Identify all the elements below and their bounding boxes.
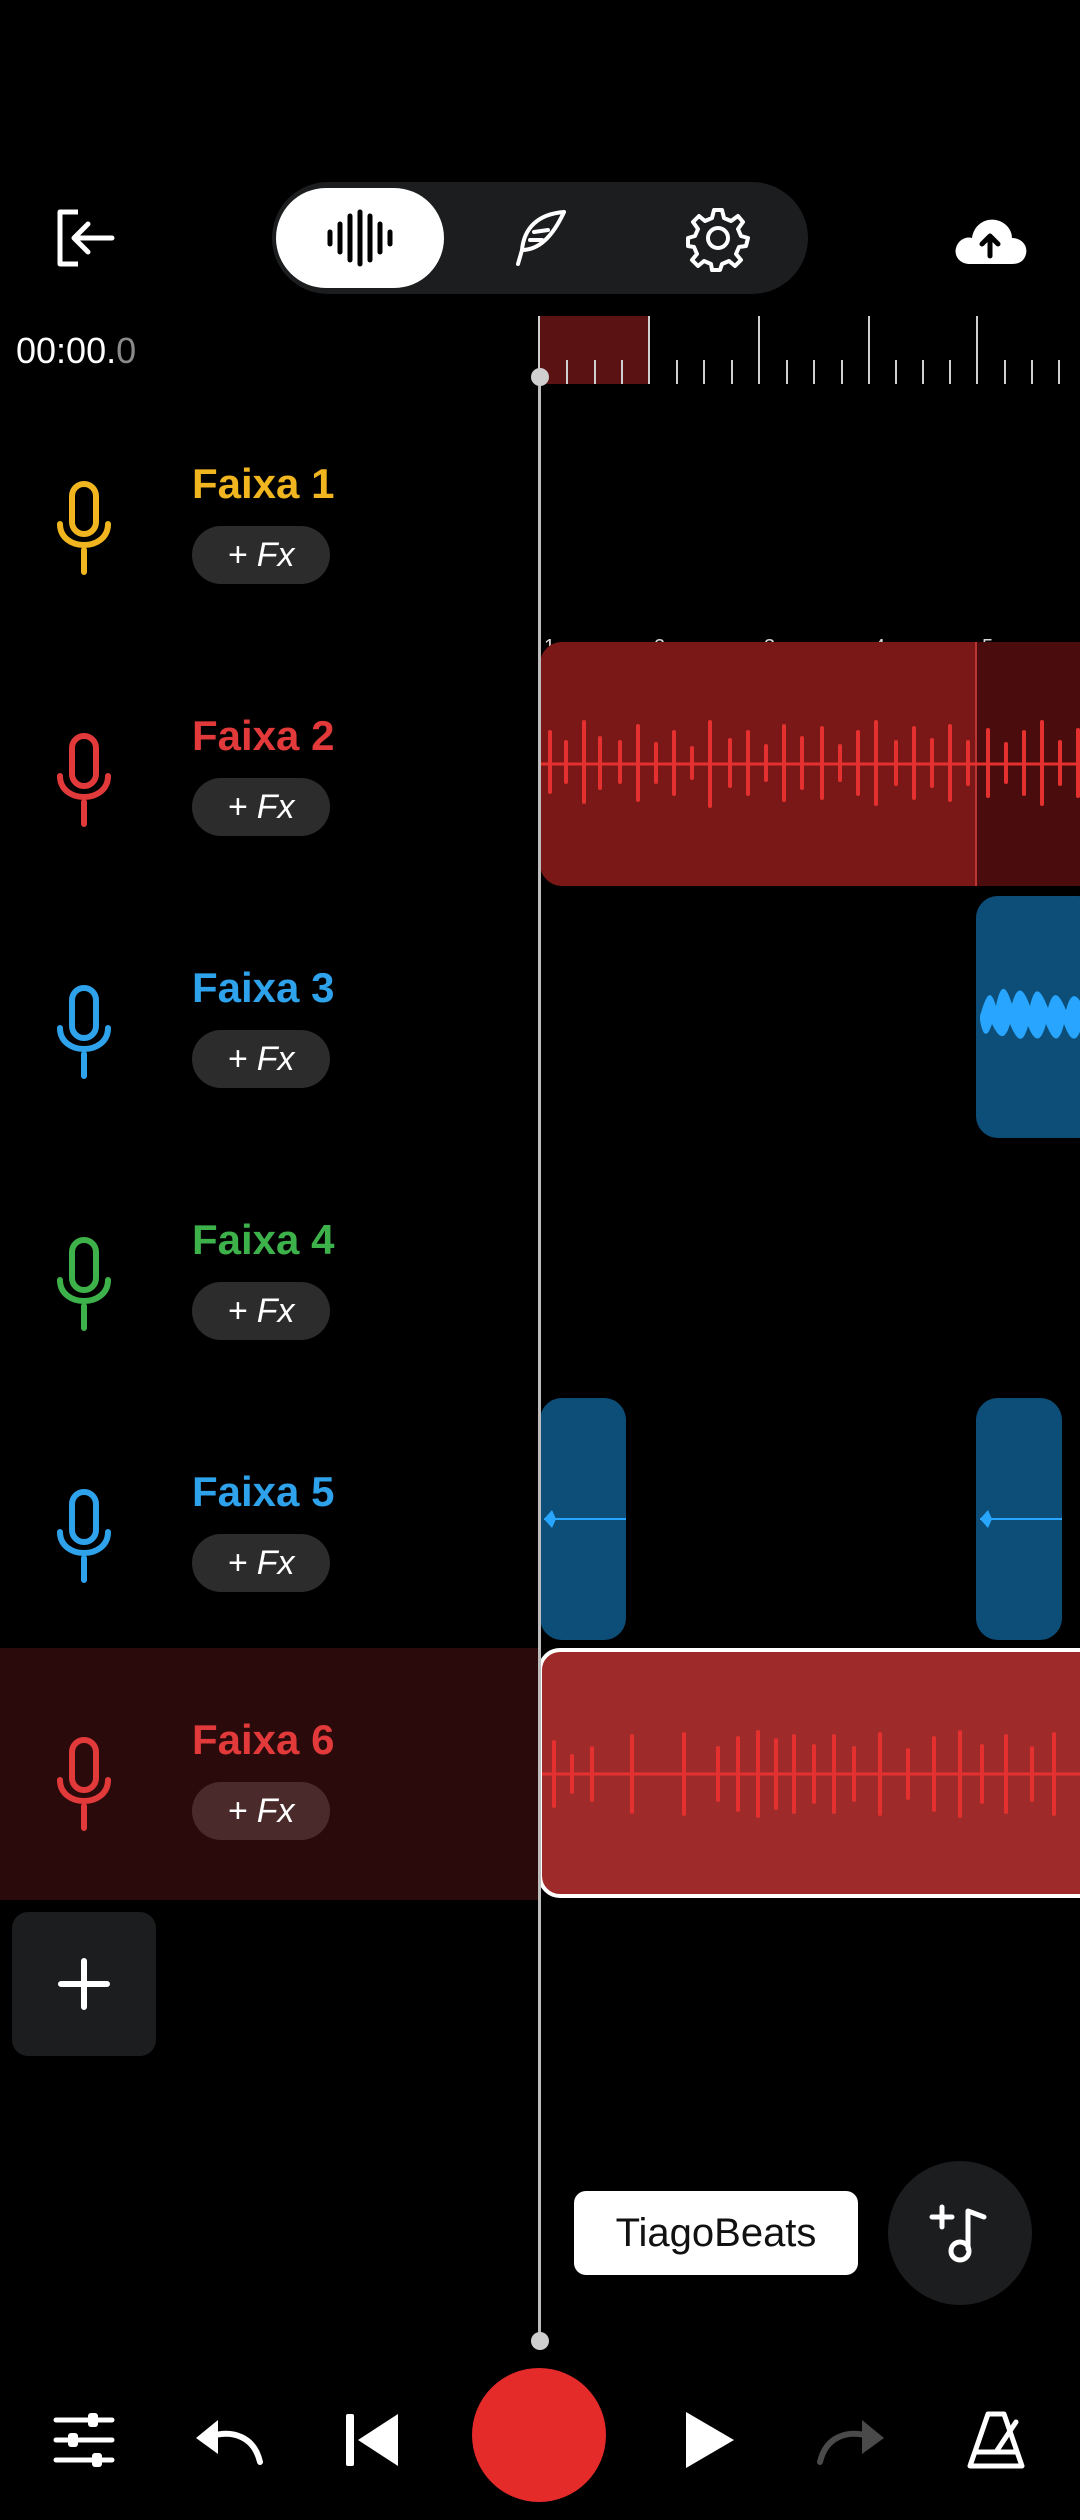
add-fx-button[interactable]: + Fx [192,1782,330,1840]
record-button[interactable] [472,2368,606,2502]
waveform-graphic [980,989,1080,1039]
track-3[interactable]: Faixa 3 + Fx [0,928,540,1180]
waveform-icon [327,209,393,267]
metronome-icon [967,2411,1025,2469]
timeline-ruler[interactable]: 1 2 3 4 5 [538,316,1080,658]
audio-clip[interactable] [540,642,1080,886]
tab-lyrics[interactable] [456,188,624,288]
upload-button[interactable] [950,206,1030,276]
add-track-button[interactable] [12,1912,156,2056]
skip-back-icon [346,2414,398,2466]
tab-settings[interactable] [634,188,802,288]
audio-clip[interactable] [976,896,1080,1138]
time-display: 00:00.0 [16,330,136,372]
microphone-icon [57,481,111,575]
waveform-graphic [542,1730,1080,1818]
time-main: 00:00. [16,330,117,371]
track-6[interactable]: Faixa 6 + Fx [0,1648,540,1900]
exit-icon [57,209,115,267]
add-fx-button[interactable]: + Fx [192,1282,330,1340]
audio-clip-selected[interactable] [538,1648,1080,1898]
time-fraction: 0 [116,330,137,371]
track-name[interactable]: Faixa 4 [192,1216,334,1264]
play-button[interactable] [664,2396,752,2484]
add-fx-button[interactable]: + Fx [192,526,330,584]
track-name[interactable]: Faixa 6 [192,1716,334,1764]
add-fx-button[interactable]: + Fx [192,1030,330,1088]
gear-icon [686,208,750,272]
audio-clip[interactable] [540,1398,626,1640]
track-1[interactable]: Faixa 1 + Fx [0,424,540,676]
waveform-graphic [540,642,1080,886]
track-name[interactable]: Faixa 5 [192,1468,334,1516]
waveform-graphic [980,1510,1062,1528]
skip-back-button[interactable] [328,2396,416,2484]
undo-button[interactable] [184,2396,272,2484]
playhead-handle-bottom[interactable] [531,2332,549,2350]
microphone-icon [57,733,111,827]
user-chip[interactable]: TiagoBeats [574,2191,858,2275]
feather-pen-icon [516,210,566,266]
undo-icon [196,2420,263,2465]
add-music-note-icon [929,2204,987,2263]
track-name[interactable]: Faixa 3 [192,964,334,1012]
play-icon [686,2412,734,2468]
tab-waveform[interactable] [276,188,444,288]
microphone-icon [57,1737,111,1831]
track-5[interactable]: Faixa 5 + Fx [0,1432,540,1684]
plus-icon [58,1958,110,2010]
metronome-button[interactable] [952,2396,1040,2484]
track-name[interactable]: Faixa 1 [192,460,334,508]
redo-icon [817,2420,884,2465]
redo-button[interactable] [808,2396,896,2484]
mixer-button[interactable] [40,2396,128,2484]
mode-switcher [272,182,808,294]
microphone-icon [57,1489,111,1583]
waveform-graphic [544,1510,626,1528]
track-2[interactable]: Faixa 2 + Fx [0,676,540,928]
track-name[interactable]: Faixa 2 [192,712,334,760]
cloud-upload-icon [955,219,1027,264]
audio-clip[interactable] [976,1398,1062,1640]
microphone-icon [57,1237,111,1331]
playhead[interactable] [538,376,541,2340]
add-fx-button[interactable]: + Fx [192,1534,330,1592]
add-fx-button[interactable]: + Fx [192,778,330,836]
add-music-button[interactable] [888,2161,1032,2305]
playhead-handle-top[interactable] [531,368,549,386]
microphone-icon [57,985,111,1079]
track-4[interactable]: Faixa 4 + Fx [0,1180,540,1432]
exit-button[interactable] [48,202,120,274]
mixer-sliders-icon [53,2413,115,2467]
